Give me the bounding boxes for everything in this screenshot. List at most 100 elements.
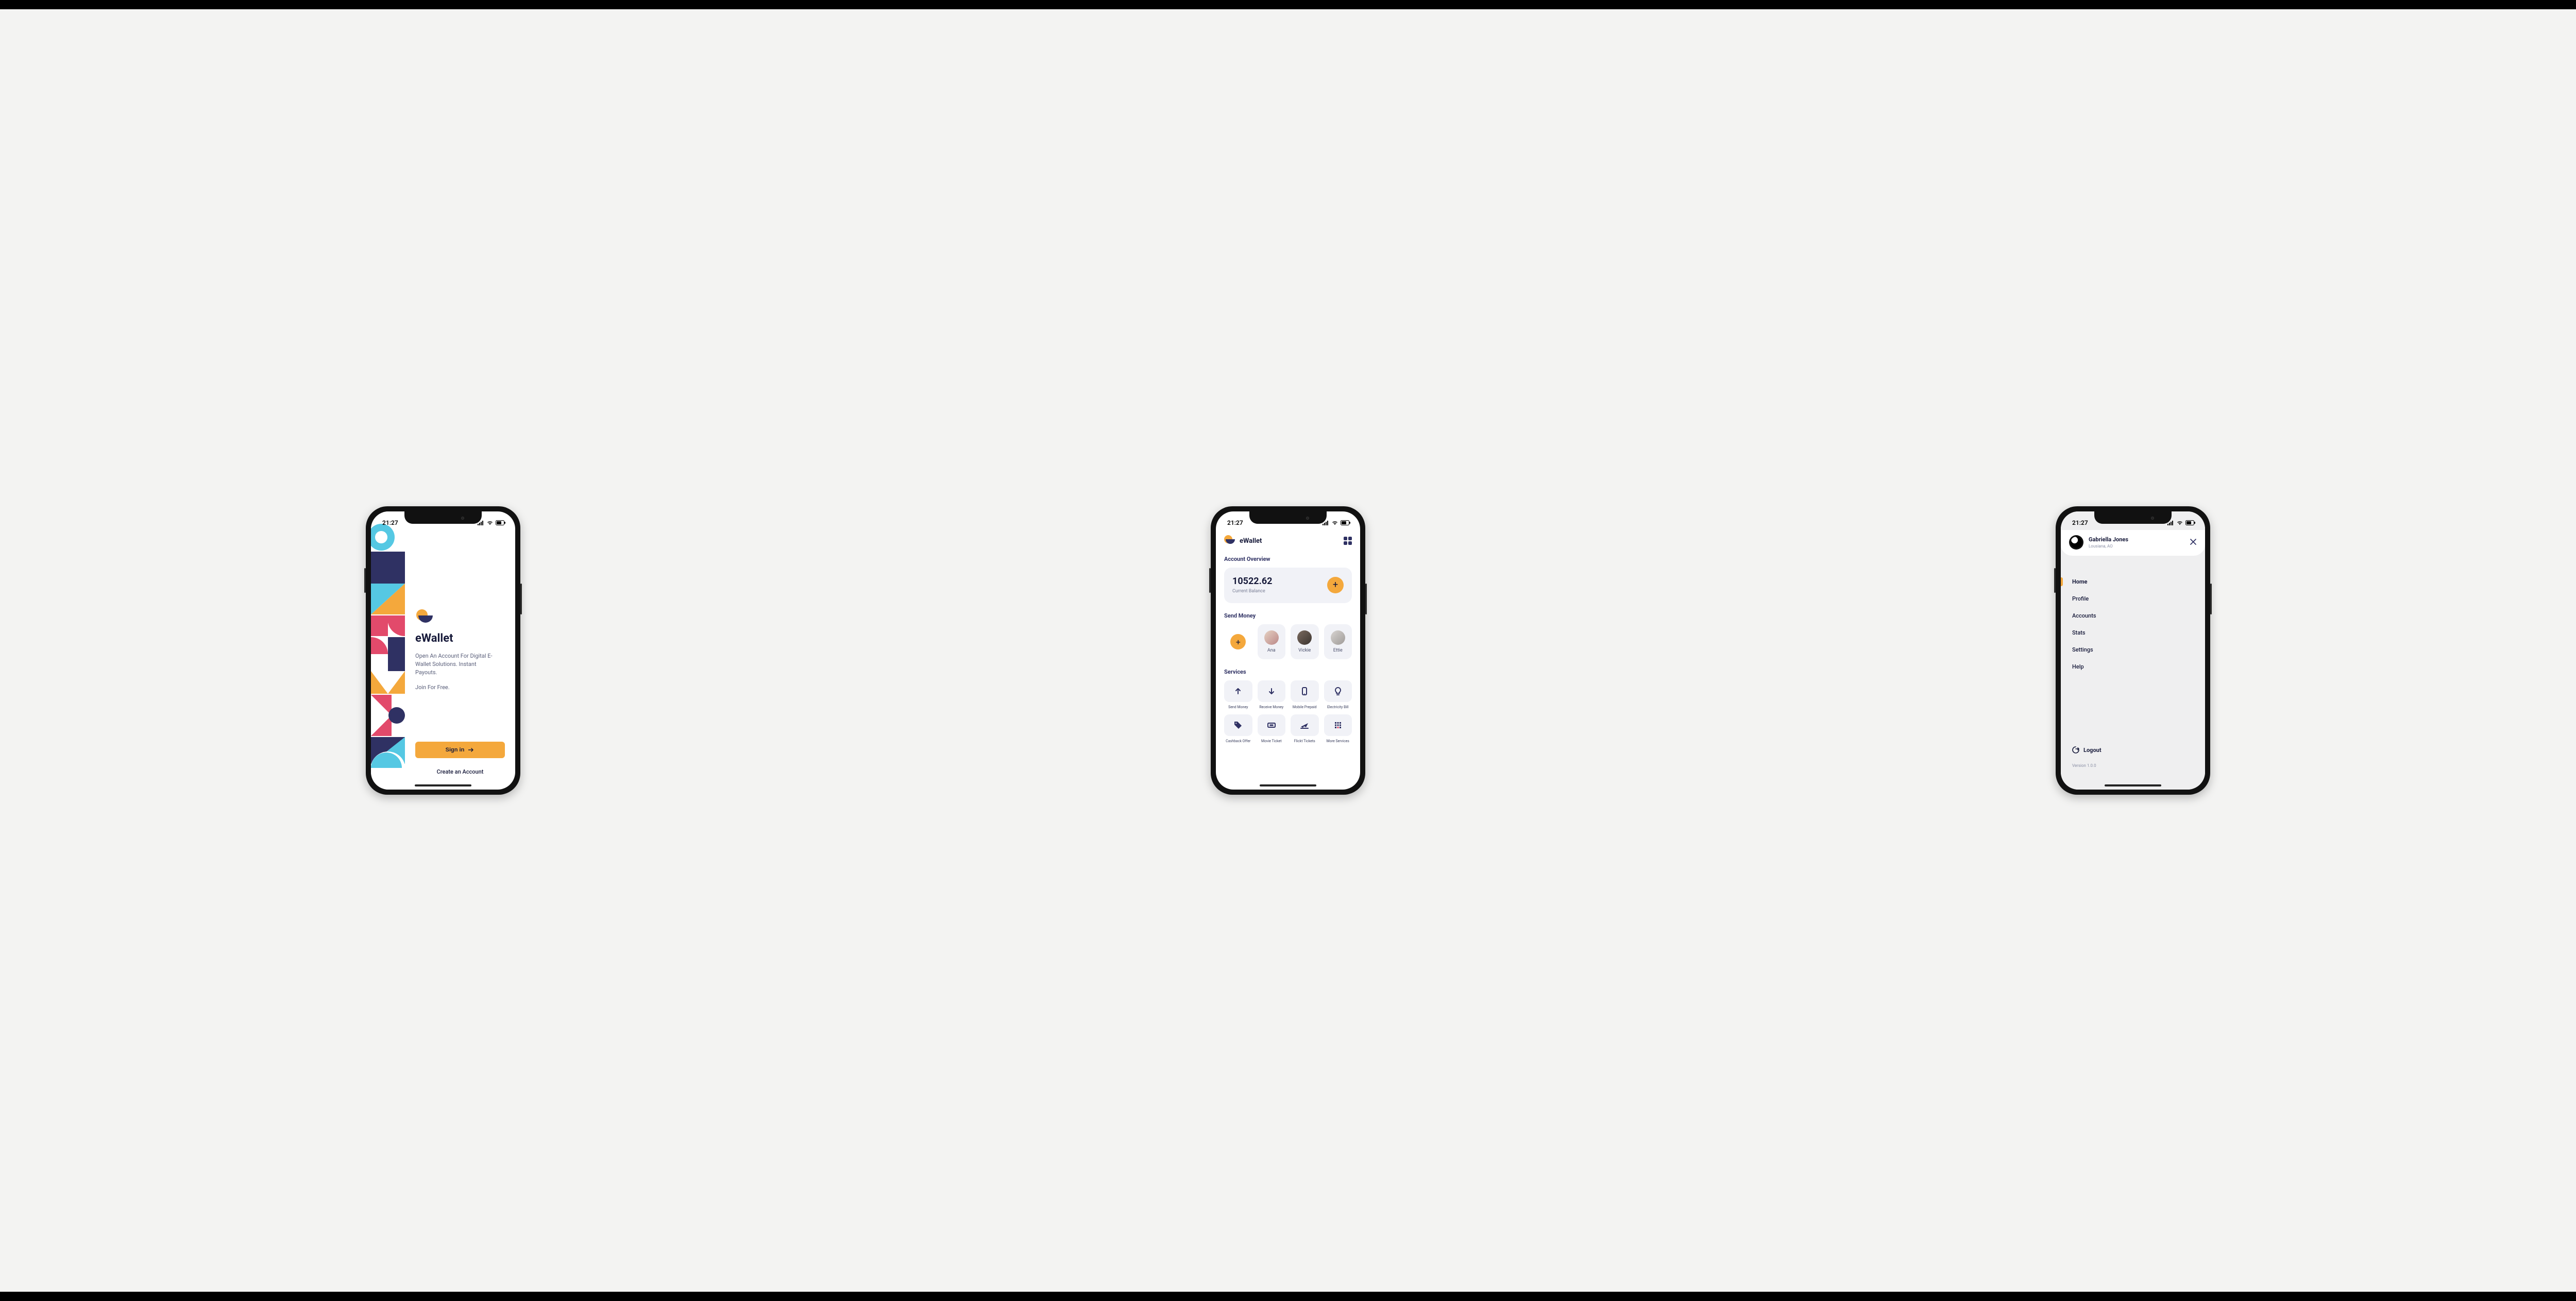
service-tile bbox=[1324, 714, 1352, 736]
drawer-content: Gabriella Jones Lousiana, AO HomeProfile… bbox=[2061, 511, 2205, 790]
balance-amount: 10522.62 bbox=[1232, 576, 1273, 587]
service-plane[interactable]: Flickt Tickets bbox=[1291, 714, 1319, 743]
status-right bbox=[2167, 520, 2196, 525]
overview-title: Account Overview bbox=[1224, 556, 1352, 562]
service-label: Cashback Offer bbox=[1226, 739, 1250, 743]
battery-icon bbox=[2185, 520, 2196, 525]
drawer-menu: HomeProfileAccountsStatsSettingsHelp bbox=[2061, 573, 2205, 675]
service-label: Flickt Tickets bbox=[1294, 739, 1315, 743]
wifi-icon bbox=[2176, 520, 2183, 525]
service-arrow-up[interactable]: Send Money bbox=[1224, 680, 1252, 709]
balance-card: 10522.62 Current Balance + bbox=[1224, 568, 1352, 603]
add-funds-button[interactable]: + bbox=[1327, 577, 1344, 593]
service-tag[interactable]: Cashback Offer bbox=[1224, 714, 1252, 743]
service-arrow-down[interactable]: Receive Money bbox=[1258, 680, 1286, 709]
arrow-up-icon bbox=[1233, 686, 1243, 696]
service-tile bbox=[1258, 680, 1286, 702]
screen-dashboard: 21:27 eWallet Account Overv bbox=[1216, 511, 1360, 790]
wifi-icon bbox=[486, 520, 494, 525]
contact-card[interactable]: Ettie bbox=[1324, 624, 1352, 659]
screen-onboarding: 21:27 bbox=[371, 511, 515, 790]
bulb-icon bbox=[1333, 686, 1343, 696]
create-account-link[interactable]: Create an Account bbox=[415, 768, 505, 775]
profile-name: Gabriella Jones bbox=[2089, 536, 2128, 543]
service-label: Send Money bbox=[1228, 705, 1248, 709]
status-time: 21:27 bbox=[1227, 519, 1243, 526]
service-label: Mobile Prepaid bbox=[1293, 705, 1317, 709]
status-time: 21:27 bbox=[2072, 519, 2088, 526]
contact-name: Ettie bbox=[1333, 648, 1343, 653]
contact-card[interactable]: Vickie bbox=[1291, 624, 1319, 659]
sign-in-button[interactable]: Sign in bbox=[415, 742, 505, 758]
profile-header: Gabriella Jones Lousiana, AO bbox=[2061, 530, 2205, 556]
status-right bbox=[477, 520, 506, 525]
service-grid[interactable]: More Services bbox=[1324, 714, 1352, 743]
profile-avatar bbox=[2069, 535, 2083, 550]
dashboard-header: eWallet bbox=[1224, 535, 1352, 546]
service-tile bbox=[1291, 714, 1319, 736]
service-tile bbox=[1258, 714, 1286, 736]
notch bbox=[404, 511, 482, 524]
service-label: Electricity Bill bbox=[1327, 705, 1349, 709]
logout-label: Logout bbox=[2083, 747, 2102, 754]
tag-icon bbox=[1233, 720, 1243, 730]
profile-location: Lousiana, AO bbox=[2089, 544, 2128, 549]
sign-in-label: Sign in bbox=[446, 747, 465, 753]
onboard-artwork bbox=[371, 511, 405, 790]
notch bbox=[2094, 511, 2172, 524]
device-frame-3: 21:27 Gabriella Jones Lousiana, AO bbox=[2056, 506, 2210, 795]
services-grid: Send Money Receive Money Mobile Prepaid Ele… bbox=[1224, 680, 1352, 743]
contact-card[interactable]: Ana bbox=[1258, 624, 1286, 659]
menu-item-home[interactable]: Home bbox=[2061, 573, 2205, 590]
dashboard-content: eWallet Account Overview 10522.62 Curren… bbox=[1216, 511, 1360, 790]
service-ticket[interactable]: Movie Ticket bbox=[1258, 714, 1286, 743]
home-indicator bbox=[1260, 784, 1316, 786]
brand-name: eWallet bbox=[1240, 537, 1262, 545]
onboard-content: eWallet Open An Account For Digital E-Wa… bbox=[415, 511, 505, 790]
app-logo bbox=[415, 609, 433, 627]
status-right bbox=[1322, 520, 1351, 525]
service-label: More Services bbox=[1327, 739, 1349, 743]
contact-name: Vickie bbox=[1298, 648, 1311, 653]
screen-drawer: 21:27 Gabriella Jones Lousiana, AO bbox=[2061, 511, 2205, 790]
device-frame-2: 21:27 eWallet Account Overv bbox=[1211, 506, 1365, 795]
avatar bbox=[1264, 630, 1279, 645]
service-tile bbox=[1224, 714, 1252, 736]
service-tile bbox=[1324, 680, 1352, 702]
menu-item-profile[interactable]: Profile bbox=[2061, 590, 2205, 607]
service-label: Receive Money bbox=[1259, 705, 1283, 709]
balance-label: Current Balance bbox=[1232, 589, 1273, 594]
plus-icon: + bbox=[1230, 634, 1246, 649]
app-title: eWallet bbox=[415, 632, 505, 645]
home-indicator bbox=[415, 784, 471, 786]
app-logo-small bbox=[1224, 535, 1235, 546]
avatar bbox=[1331, 630, 1345, 645]
menu-item-stats[interactable]: Stats bbox=[2061, 624, 2205, 641]
arrow-right-icon bbox=[468, 748, 474, 752]
wifi-icon bbox=[1331, 520, 1338, 525]
service-phone[interactable]: Mobile Prepaid bbox=[1291, 680, 1319, 709]
menu-item-help[interactable]: Help bbox=[2061, 658, 2205, 675]
battery-icon bbox=[496, 520, 506, 525]
phone-icon bbox=[1299, 686, 1310, 696]
device-frame-1: 21:27 bbox=[366, 506, 520, 795]
avatar bbox=[1297, 630, 1312, 645]
ticket-icon bbox=[1266, 720, 1277, 730]
logo-bowl bbox=[418, 615, 433, 623]
arrow-down-icon bbox=[1266, 686, 1277, 696]
service-tile bbox=[1224, 680, 1252, 702]
close-icon bbox=[2190, 538, 2197, 545]
menu-item-accounts[interactable]: Accounts bbox=[2061, 607, 2205, 624]
send-title: Send Money bbox=[1224, 612, 1352, 619]
contacts-row: + Ana Vickie Ettie bbox=[1224, 624, 1352, 659]
status-time: 21:27 bbox=[382, 519, 398, 526]
services-title: Services bbox=[1224, 669, 1352, 675]
logout-button[interactable]: Logout bbox=[2072, 746, 2102, 754]
close-drawer-button[interactable] bbox=[2190, 538, 2197, 547]
notch bbox=[1249, 511, 1327, 524]
add-contact-button[interactable]: + bbox=[1224, 624, 1252, 659]
menu-grid-button[interactable] bbox=[1344, 537, 1352, 545]
menu-item-settings[interactable]: Settings bbox=[2061, 641, 2205, 658]
service-bulb[interactable]: Electricity Bill bbox=[1324, 680, 1352, 709]
onboard-description: Open An Account For Digital E-Wallet Sol… bbox=[415, 652, 498, 677]
